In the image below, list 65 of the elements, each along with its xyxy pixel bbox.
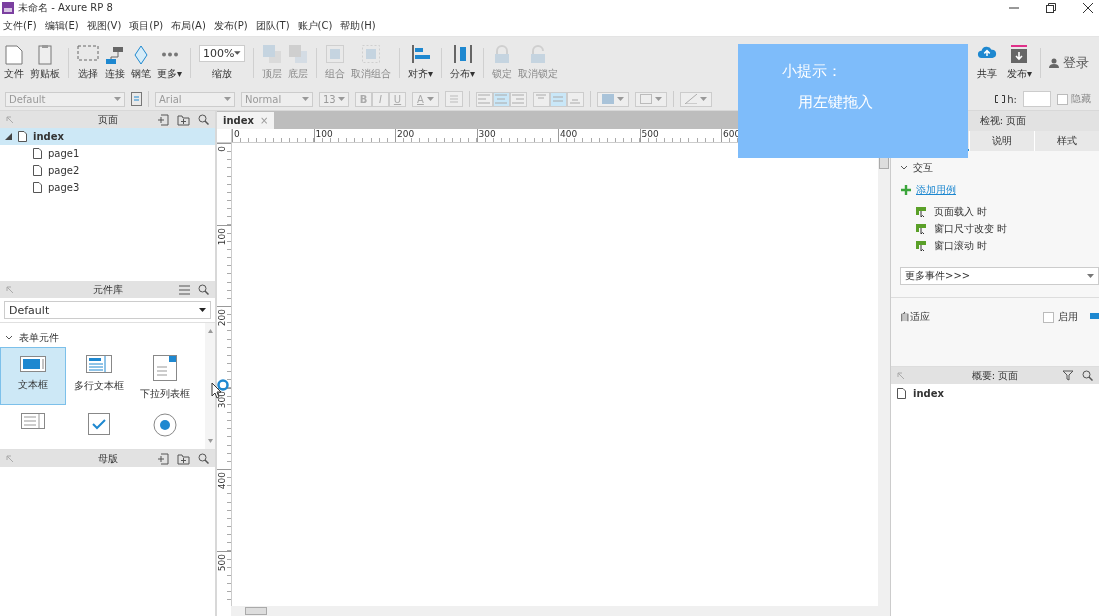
ruler-label: 200 — [217, 309, 227, 327]
library-dropdown[interactable]: Default — [4, 301, 211, 319]
widget-item[interactable]: 下拉列表框 — [132, 347, 198, 405]
event-item[interactable]: 窗口滚动 时 — [891, 237, 1099, 254]
ruler-label: 0 — [217, 146, 227, 152]
inspector-tab[interactable]: 样式 — [1034, 131, 1099, 151]
panel-title: 母版 — [97, 451, 118, 466]
ruler-label: 300 — [217, 390, 227, 408]
panel-title: 检视: 页面 — [979, 114, 1027, 128]
menu-item[interactable]: 账户(C) — [297, 19, 333, 33]
section-header[interactable]: 交互 — [891, 151, 1099, 175]
menu-item[interactable]: 文件(F) — [3, 19, 37, 33]
hidden-label: 隐藏 — [1071, 92, 1091, 106]
toolbar-button[interactable]: 选择 — [77, 44, 99, 81]
tip-text: 用左键拖入 — [798, 93, 874, 112]
height-label: h: — [1007, 93, 1017, 105]
enable-label: 启用 — [1058, 310, 1078, 324]
toolbar-button[interactable]: 钢笔 — [131, 44, 151, 81]
menu-item[interactable]: 团队(T) — [255, 19, 290, 33]
ruler-label: 100 — [315, 129, 333, 139]
toolbar-button[interactable]: 分布▾ — [450, 44, 476, 81]
outline-item[interactable]: index — [891, 384, 1099, 399]
event-item[interactable]: 窗口尺寸改变 时 — [891, 220, 1099, 237]
window-title: 未命名 - Axure RP 8 — [18, 1, 113, 15]
widget-item[interactable]: 多行文本框 — [66, 347, 132, 405]
panel-title: 页面 — [97, 112, 118, 127]
add-case-link[interactable]: 添加用例 — [916, 183, 956, 197]
menu-item[interactable]: 编辑(E) — [44, 19, 79, 33]
ruler-label: 0 — [234, 129, 240, 139]
page-tree-item[interactable]: page2 — [0, 162, 215, 179]
widget-group-header[interactable]: 表单元件 — [0, 331, 205, 345]
event-item[interactable]: 页面载入 时 — [891, 203, 1099, 220]
inspector-tab[interactable]: 说明 — [969, 131, 1034, 151]
ruler-label: 200 — [397, 129, 415, 139]
panel-title: 元件库 — [92, 282, 123, 297]
toolbar-button[interactable]: 连接 — [105, 44, 125, 81]
toolbar-button[interactable]: 发布▾ — [1006, 44, 1032, 81]
page-tree-item[interactable]: page1 — [0, 145, 215, 162]
menu-item[interactable]: 帮助(H) — [340, 19, 376, 33]
ruler-label: 300 — [478, 129, 496, 139]
adaptive-label: 自适应 — [900, 310, 930, 324]
toolbar-button[interactable]: 对齐▾ — [408, 44, 434, 81]
ruler-label: 400 — [217, 472, 227, 490]
toolbar-button[interactable]: 共享 — [976, 44, 997, 81]
ruler-label: 500 — [641, 129, 659, 139]
tip-title: 小提示： — [782, 62, 843, 81]
toolbar-button[interactable]: 剪贴板 — [30, 44, 60, 81]
page-tree-item[interactable]: page3 — [0, 179, 215, 196]
toolbar-button[interactable]: 文件 — [4, 44, 24, 81]
menu-item[interactable]: 布局(A) — [171, 19, 206, 33]
ruler-label: 100 — [217, 227, 227, 245]
page-tree-item[interactable]: index — [0, 128, 215, 145]
ruler-label: 400 — [560, 129, 578, 139]
more-events-dropdown[interactable]: 更多事件>>> — [900, 267, 1099, 285]
page-tab[interactable]: index × — [217, 112, 275, 129]
panel-title: 概要: 页面 — [971, 368, 1019, 383]
ruler-label: 500 — [217, 553, 227, 571]
menu-item[interactable]: 发布(P) — [213, 19, 248, 33]
menu-item[interactable]: 项目(P) — [129, 19, 164, 33]
login-button[interactable]: 登录 — [1049, 53, 1089, 72]
toolbar-button[interactable]: 更多▾ — [157, 44, 183, 81]
zoom-dropdown[interactable]: 100% — [199, 44, 246, 62]
menu-item[interactable]: 视图(V) — [86, 19, 122, 33]
zoom-label: 缩放 — [212, 66, 233, 81]
widget-item[interactable]: 文本框 — [0, 347, 66, 405]
